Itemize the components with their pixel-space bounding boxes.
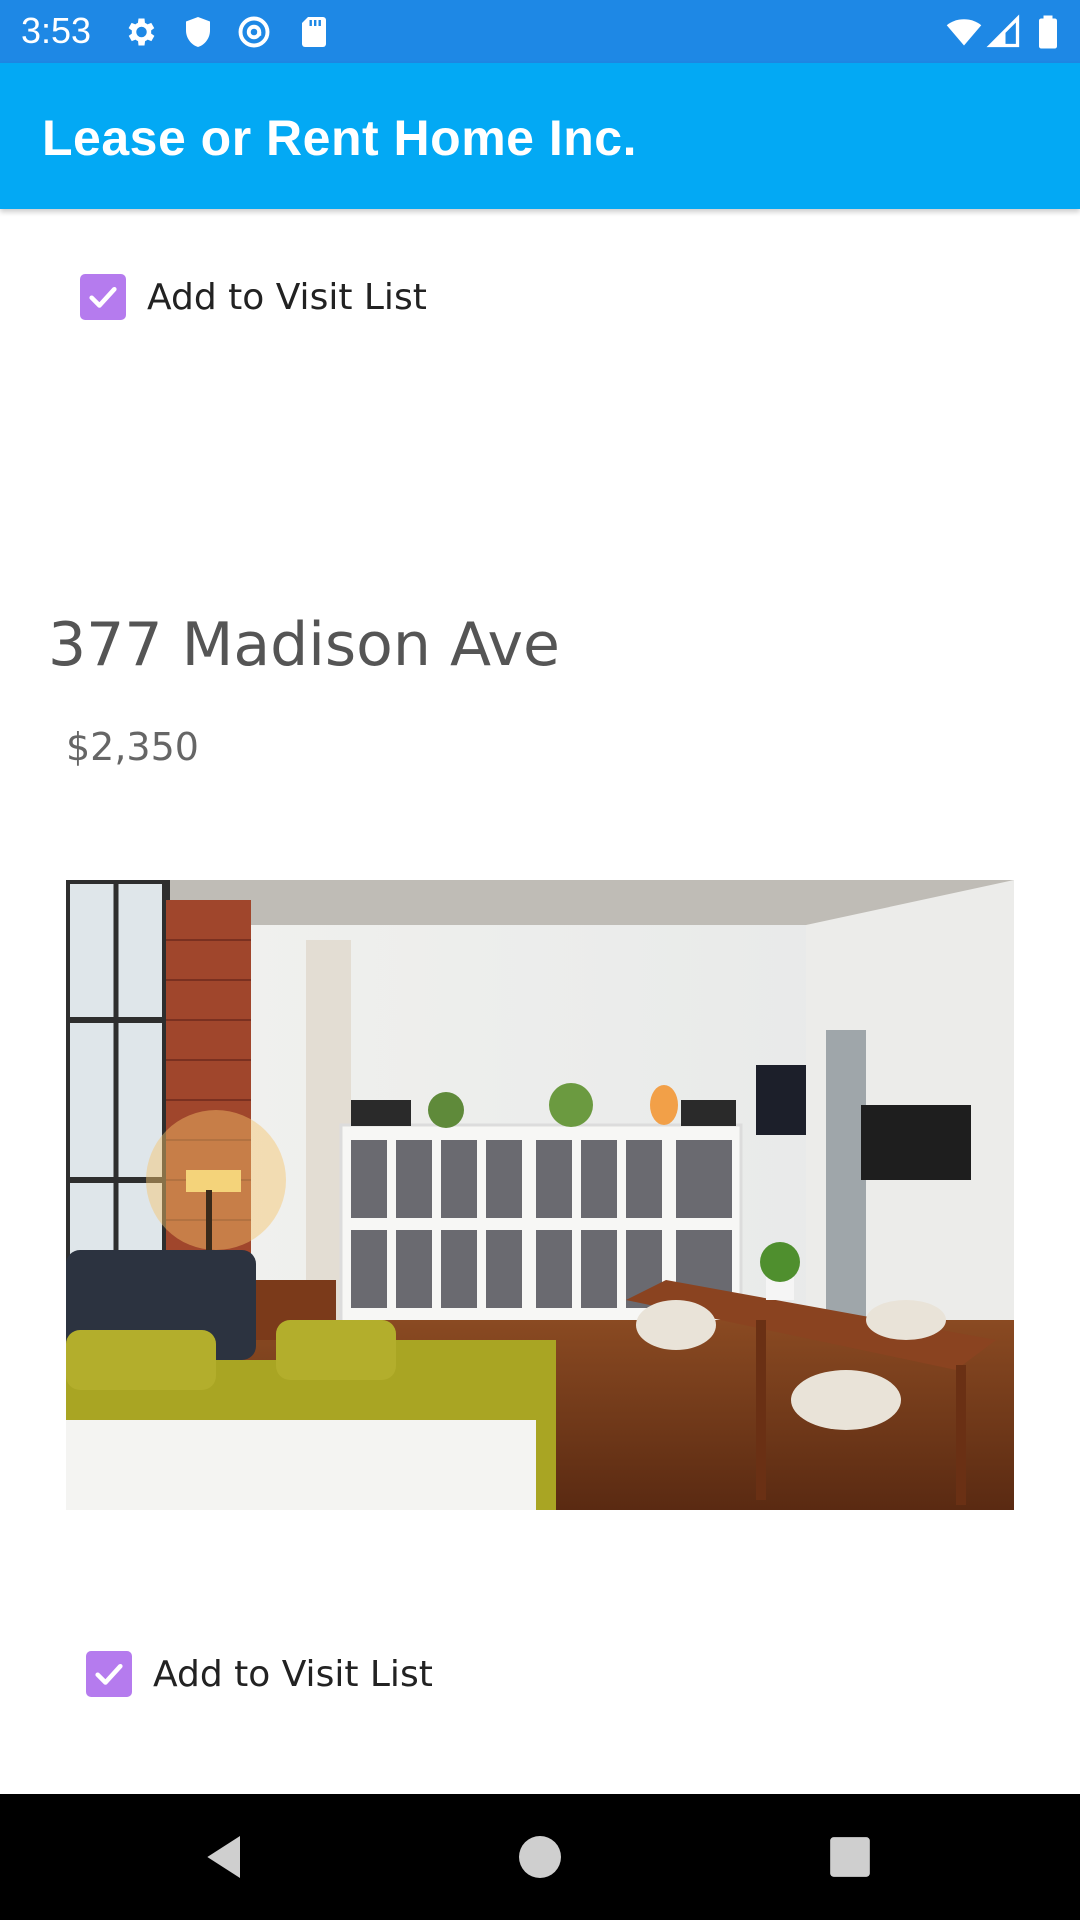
- listing-price: $2,350: [66, 725, 199, 769]
- checkbox-label: Add to Visit List: [147, 276, 427, 318]
- gear-icon: [128, 18, 155, 46]
- back-icon[interactable]: [198, 1829, 254, 1885]
- loft-living-room-photo: [66, 880, 1014, 1510]
- status-time: 3:53: [21, 10, 92, 51]
- wifi-icon: [946, 19, 982, 46]
- checkbox-box[interactable]: [86, 1651, 132, 1697]
- shield-icon: [186, 17, 210, 47]
- battery-icon: [1039, 15, 1057, 49]
- checkmark-icon: [89, 286, 117, 308]
- visit-list-checkbox[interactable]: Add to Visit List: [86, 1644, 433, 1704]
- checkbox-label: Add to Visit List: [153, 1653, 433, 1695]
- checkbox-box[interactable]: [80, 274, 126, 320]
- sd-card-icon: [302, 17, 326, 47]
- app-bar: Lease or Rent Home Inc.: [0, 63, 1080, 209]
- home-icon[interactable]: [512, 1829, 568, 1885]
- checkmark-icon: [95, 1663, 123, 1685]
- listing-photo[interactable]: [66, 880, 1014, 1510]
- listing-address: 377 Madison Ave: [48, 610, 560, 680]
- app-title: Lease or Rent Home Inc.: [42, 110, 637, 166]
- recents-icon[interactable]: [822, 1829, 878, 1885]
- status-bar: 3:53: [0, 0, 1080, 63]
- visit-list-checkbox[interactable]: Add to Visit List: [80, 267, 427, 327]
- at-sign-icon: [238, 16, 270, 48]
- signal-icon: [986, 14, 1020, 48]
- navigation-bar: [0, 1794, 1080, 1920]
